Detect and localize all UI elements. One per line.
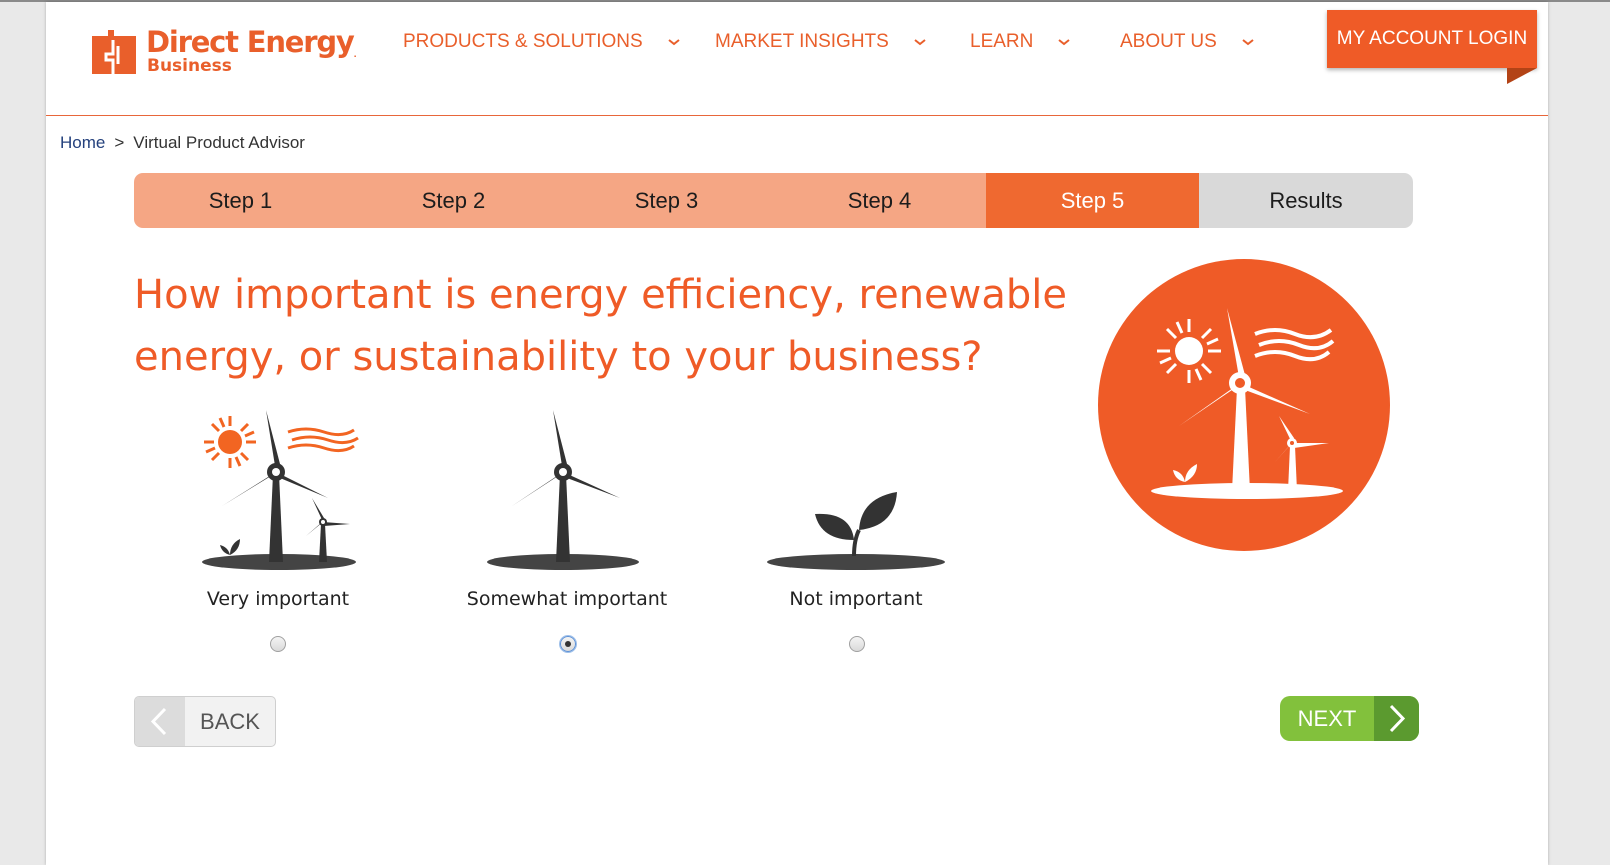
nav-label: ABOUT US	[1120, 31, 1217, 52]
chevron-down-icon	[1058, 39, 1070, 46]
nav-label: PRODUCTS & SOLUTIONS	[403, 31, 643, 52]
wind-turbine-icon	[487, 410, 639, 570]
back-button[interactable]: BACK	[134, 696, 276, 747]
results-tab[interactable]: Results	[1199, 173, 1413, 228]
chevron-right-icon	[1389, 704, 1406, 733]
radio-not-important[interactable]	[849, 636, 865, 652]
breadcrumb-current: Virtual Product Advisor	[133, 133, 305, 152]
logo-name: Direct Energy.	[146, 25, 357, 59]
site-header: Direct Energy. Business PRODUCTS & SOLUT…	[46, 2, 1548, 116]
breadcrumb: Home > Virtual Product Advisor	[60, 133, 305, 153]
chevron-down-icon	[1242, 39, 1254, 46]
next-arrow-area	[1374, 696, 1419, 741]
option-somewhat-important-label: Somewhat important	[466, 588, 668, 610]
chevron-down-icon	[668, 39, 680, 46]
renewable-energy-badge-icon	[1098, 259, 1390, 551]
step-1-tab[interactable]: Step 1	[134, 173, 347, 228]
step-2-tab[interactable]: Step 2	[347, 173, 560, 228]
nav-about-us[interactable]: ABOUT US	[1120, 30, 1255, 54]
option-not-important-label: Not important	[789, 588, 923, 610]
step-4-tab[interactable]: Step 4	[773, 173, 986, 228]
nav-market-insights[interactable]: MARKET INSIGHTS	[715, 30, 927, 54]
step-5-tab[interactable]: Step 5	[986, 173, 1199, 228]
option-very-important-image[interactable]	[176, 402, 376, 577]
back-button-label: BACK	[200, 709, 260, 734]
back-arrow-area	[135, 697, 185, 746]
breadcrumb-separator: >	[114, 133, 125, 152]
step-progress-bar: Step 1 Step 2 Step 3 Step 4 Step 5 Resul…	[134, 173, 1413, 228]
step-3-tab[interactable]: Step 3	[560, 173, 773, 228]
sprout-icon	[767, 492, 945, 570]
breadcrumb-home-link[interactable]: Home	[60, 133, 105, 152]
nav-products-solutions[interactable]: PRODUCTS & SOLUTIONS	[403, 30, 681, 54]
nav-label: MARKET INSIGHTS	[715, 31, 889, 52]
direct-energy-logo[interactable]: Direct Energy. Business	[92, 25, 362, 78]
logo-subtitle: Business	[147, 56, 232, 76]
page-container: Direct Energy. Business PRODUCTS & SOLUT…	[46, 2, 1548, 865]
logo-plug-icon	[92, 30, 136, 74]
login-ribbon-fold	[1507, 68, 1537, 84]
sun-wind-turbines-icon	[202, 410, 359, 570]
next-button-label: NEXT	[1297, 706, 1357, 731]
my-account-login-button[interactable]: MY ACCOUNT LOGIN	[1327, 10, 1537, 68]
nav-label: LEARN	[970, 31, 1034, 52]
radio-very-important[interactable]	[270, 636, 286, 652]
option-very-important-label: Very important	[206, 588, 350, 610]
question-heading: How important is energy efficiency, rene…	[134, 272, 1067, 380]
chevron-left-icon	[150, 707, 167, 736]
nav-learn[interactable]: LEARN	[970, 30, 1071, 54]
option-somewhat-important-image[interactable]	[465, 402, 665, 577]
option-not-important-image[interactable]	[755, 402, 955, 577]
next-button[interactable]: NEXT	[1280, 696, 1419, 741]
radio-somewhat-important[interactable]	[559, 635, 577, 653]
chevron-down-icon	[914, 39, 926, 46]
